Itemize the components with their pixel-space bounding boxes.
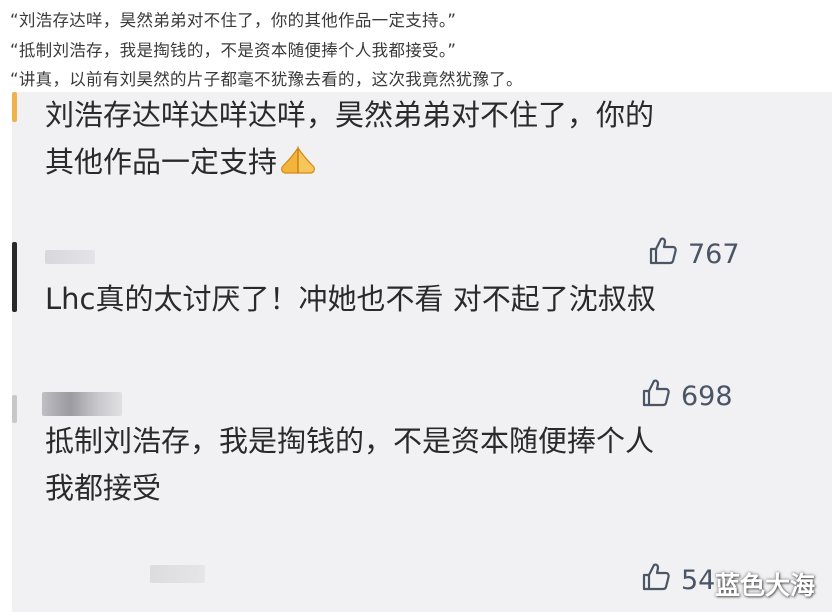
like-count: 767: [688, 239, 740, 270]
comment-line-text: 其他作品一定支持: [45, 145, 278, 179]
blurred-username: [45, 250, 95, 264]
blurred-username: [42, 392, 122, 416]
comment-line: Lhc真的太讨厌了！冲她也不看 对不起了沈叔叔: [45, 282, 656, 316]
avatar-edge: [12, 242, 17, 312]
comment-text: Lhc真的太讨厌了！冲她也不看 对不起了沈叔叔: [45, 276, 656, 323]
comment-line: 其他作品一定支持: [45, 139, 654, 190]
avatar-edge: [12, 92, 17, 122]
thumbs-up-icon: [641, 378, 681, 415]
comment-text: 刘浩存达咩达咩达咩，昊然弟弟对不住了，你的 其他作品一定支持: [45, 92, 654, 190]
quote-header: “刘浩存达咩，昊然弟弟对不住了，你的其他作品一定支持。” “抵制刘浩存，我是掏钱…: [0, 0, 832, 92]
quote-line: “讲真，以前有刘昊然的片子都毫不犹豫去看的，这次我竟然犹豫了。: [10, 70, 523, 89]
comment-line: 我都接受: [45, 471, 162, 505]
watermark: 蓝色大海: [715, 571, 816, 600]
comment-line: 抵制刘浩存，我是掏钱的，不是资本随便捧个人: [45, 424, 655, 458]
quote-line: “刘浩存达咩，昊然弟弟对不住了，你的其他作品一定支持。”: [10, 11, 457, 30]
like-count: 698: [681, 381, 733, 412]
like-count: 54: [681, 565, 716, 596]
avatar-edge: [12, 395, 17, 423]
thumbs-up-icon: [641, 562, 681, 599]
quote-line: “抵制刘浩存，我是掏钱的，不是资本随便捧个人我都接受。”: [10, 41, 457, 60]
thumbs-up-icon: [648, 236, 688, 273]
comment-line: 刘浩存达咩达咩达咩，昊然弟弟对不住了，你的: [45, 98, 655, 132]
praying-hands-icon: [279, 143, 317, 190]
comment-text: 抵制刘浩存，我是掏钱的，不是资本随便捧个人 我都接受: [45, 418, 654, 512]
like-button[interactable]: 698: [641, 378, 733, 415]
like-button[interactable]: 767: [648, 236, 740, 273]
blurred-username: [150, 565, 205, 583]
like-button[interactable]: 54: [641, 562, 715, 599]
